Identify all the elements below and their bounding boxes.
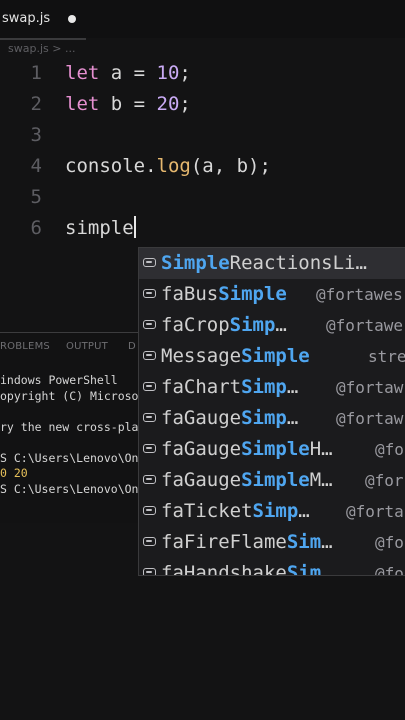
line-number: 6 (30, 217, 42, 239)
code-line-6[interactable]: 6 simple (0, 213, 405, 244)
code-line-4[interactable]: 4 console.log(a, b); (0, 151, 405, 182)
number-literal: 10 (156, 62, 180, 84)
autocomplete-suggestions[interactable]: SimpleReactionsLi… faBusSimple @fortawes… (138, 247, 405, 576)
line-code: let a = 10; (65, 58, 191, 89)
variable-icon (143, 351, 156, 360)
line-number: 3 (30, 124, 42, 146)
line-code: simple (65, 213, 136, 244)
code-line-3[interactable]: 3 (0, 120, 405, 151)
var-assign: b = (99, 93, 157, 115)
variable-icon (143, 537, 156, 546)
code-line-5[interactable]: 5 (0, 182, 405, 213)
line-number: 2 (30, 93, 42, 115)
suggestion-item[interactable]: SimpleReactionsLi… (139, 248, 405, 279)
suggestion-source: @fortawe (326, 316, 404, 335)
suggestion-label: faHandshakeSim (161, 562, 322, 576)
suggestion-source: @forta (346, 502, 404, 521)
breadcrumb[interactable]: swap.js > ... (8, 42, 75, 55)
typed-text: simple (65, 217, 134, 239)
suggestion-item[interactable]: faFireFlameSim… @fo (139, 527, 405, 558)
var-assign: a = (99, 62, 157, 84)
suggestion-label: faGaugeSimpleH… (161, 438, 333, 460)
console-object: console. (65, 155, 157, 177)
log-function: log (156, 155, 191, 177)
suggestion-source: @fo (375, 564, 404, 576)
number-literal: 20 (156, 93, 180, 115)
suggestion-item[interactable]: MessageSimple stre (139, 341, 405, 372)
variable-icon (143, 444, 156, 453)
suggestion-label: MessageSimple (161, 345, 310, 367)
suggestion-source: @fo (375, 440, 404, 459)
variable-icon (143, 506, 156, 515)
suggestion-source: @for (365, 471, 404, 490)
keyword-let: let (65, 62, 100, 84)
call-args: (a, b); (190, 155, 271, 177)
suggestion-item[interactable]: faChartSimp… @fortaw (139, 372, 405, 403)
line-code: let b = 20; (65, 89, 191, 120)
semicolon: ; (179, 62, 191, 84)
terminal-line: S C:\Users\Lenovo\On (0, 481, 139, 496)
suggestion-item[interactable]: faHandshakeSim @fo (139, 558, 405, 576)
suggestion-item[interactable]: faBusSimple @fortawes (139, 279, 405, 310)
line-number: 5 (30, 186, 42, 208)
suggestion-source: @fortaw (336, 409, 404, 428)
terminal-line: opyright (C) Microso (0, 388, 139, 403)
variable-icon (143, 568, 156, 575)
suggestion-label: SimpleReactionsLi… (161, 252, 367, 274)
unsaved-dot-icon[interactable] (68, 15, 76, 23)
tab-problems[interactable]: ROBLEMS (0, 341, 50, 352)
tab-output[interactable]: OUTPUT (66, 341, 108, 352)
terminal-line: S C:\Users\Lenovo\On (0, 450, 139, 465)
suggestion-item[interactable]: faGaugeSimp… @fortaw (139, 403, 405, 434)
tab-swap-js[interactable]: swap.js (0, 0, 86, 40)
tab-filename: swap.js (2, 11, 51, 26)
terminal-line: indows PowerShell (0, 373, 118, 387)
suggestion-item[interactable]: faCropSimp… @fortawe (139, 310, 405, 341)
suggestion-label: faCropSimp… (161, 314, 287, 336)
suggestion-label: faChartSimp… (161, 376, 299, 398)
variable-icon (143, 320, 156, 329)
terminal-output[interactable]: indows PowerShell opyright (C) Microso ry… (0, 373, 138, 497)
suggestion-label: faBusSimple (161, 283, 287, 305)
code-line-2[interactable]: 2 let b = 20; (0, 89, 405, 120)
suggestion-item[interactable]: faGaugeSimpleH… @fo (139, 434, 405, 465)
tab-debug-console[interactable]: D (128, 341, 136, 352)
editor-tab-bar: swap.js (0, 0, 405, 40)
line-number: 1 (30, 62, 42, 84)
code-line-1[interactable]: 1 let a = 10; (0, 58, 405, 89)
line-code: console.log(a, b); (65, 151, 271, 182)
suggestion-item[interactable]: faTicketSimp… @forta (139, 496, 405, 527)
variable-icon (143, 258, 156, 267)
variable-icon (143, 413, 156, 422)
suggestion-item[interactable]: faGaugeSimpleM… @for (139, 465, 405, 496)
terminal-line-output: 0 20 (0, 466, 28, 480)
suggestion-source: @fo (375, 533, 404, 552)
keyword-let: let (65, 93, 100, 115)
line-number: 4 (30, 155, 42, 177)
suggestion-label: faGaugeSimpleM… (161, 469, 333, 491)
suggestion-label: faTicketSimp… (161, 500, 310, 522)
suggestion-source: @fortawes (316, 285, 403, 304)
suggestion-label: faGaugeSimp… (161, 407, 299, 429)
semicolon: ; (179, 93, 191, 115)
text-cursor (133, 216, 136, 238)
variable-icon (143, 475, 156, 484)
variable-icon (143, 382, 156, 391)
terminal-line: ry the new cross-pla (0, 419, 139, 434)
suggestion-label: faFireFlameSim… (161, 531, 333, 553)
variable-icon (143, 289, 156, 298)
suggestion-source: @fortaw (336, 378, 404, 397)
suggestion-source: stre (368, 347, 405, 366)
